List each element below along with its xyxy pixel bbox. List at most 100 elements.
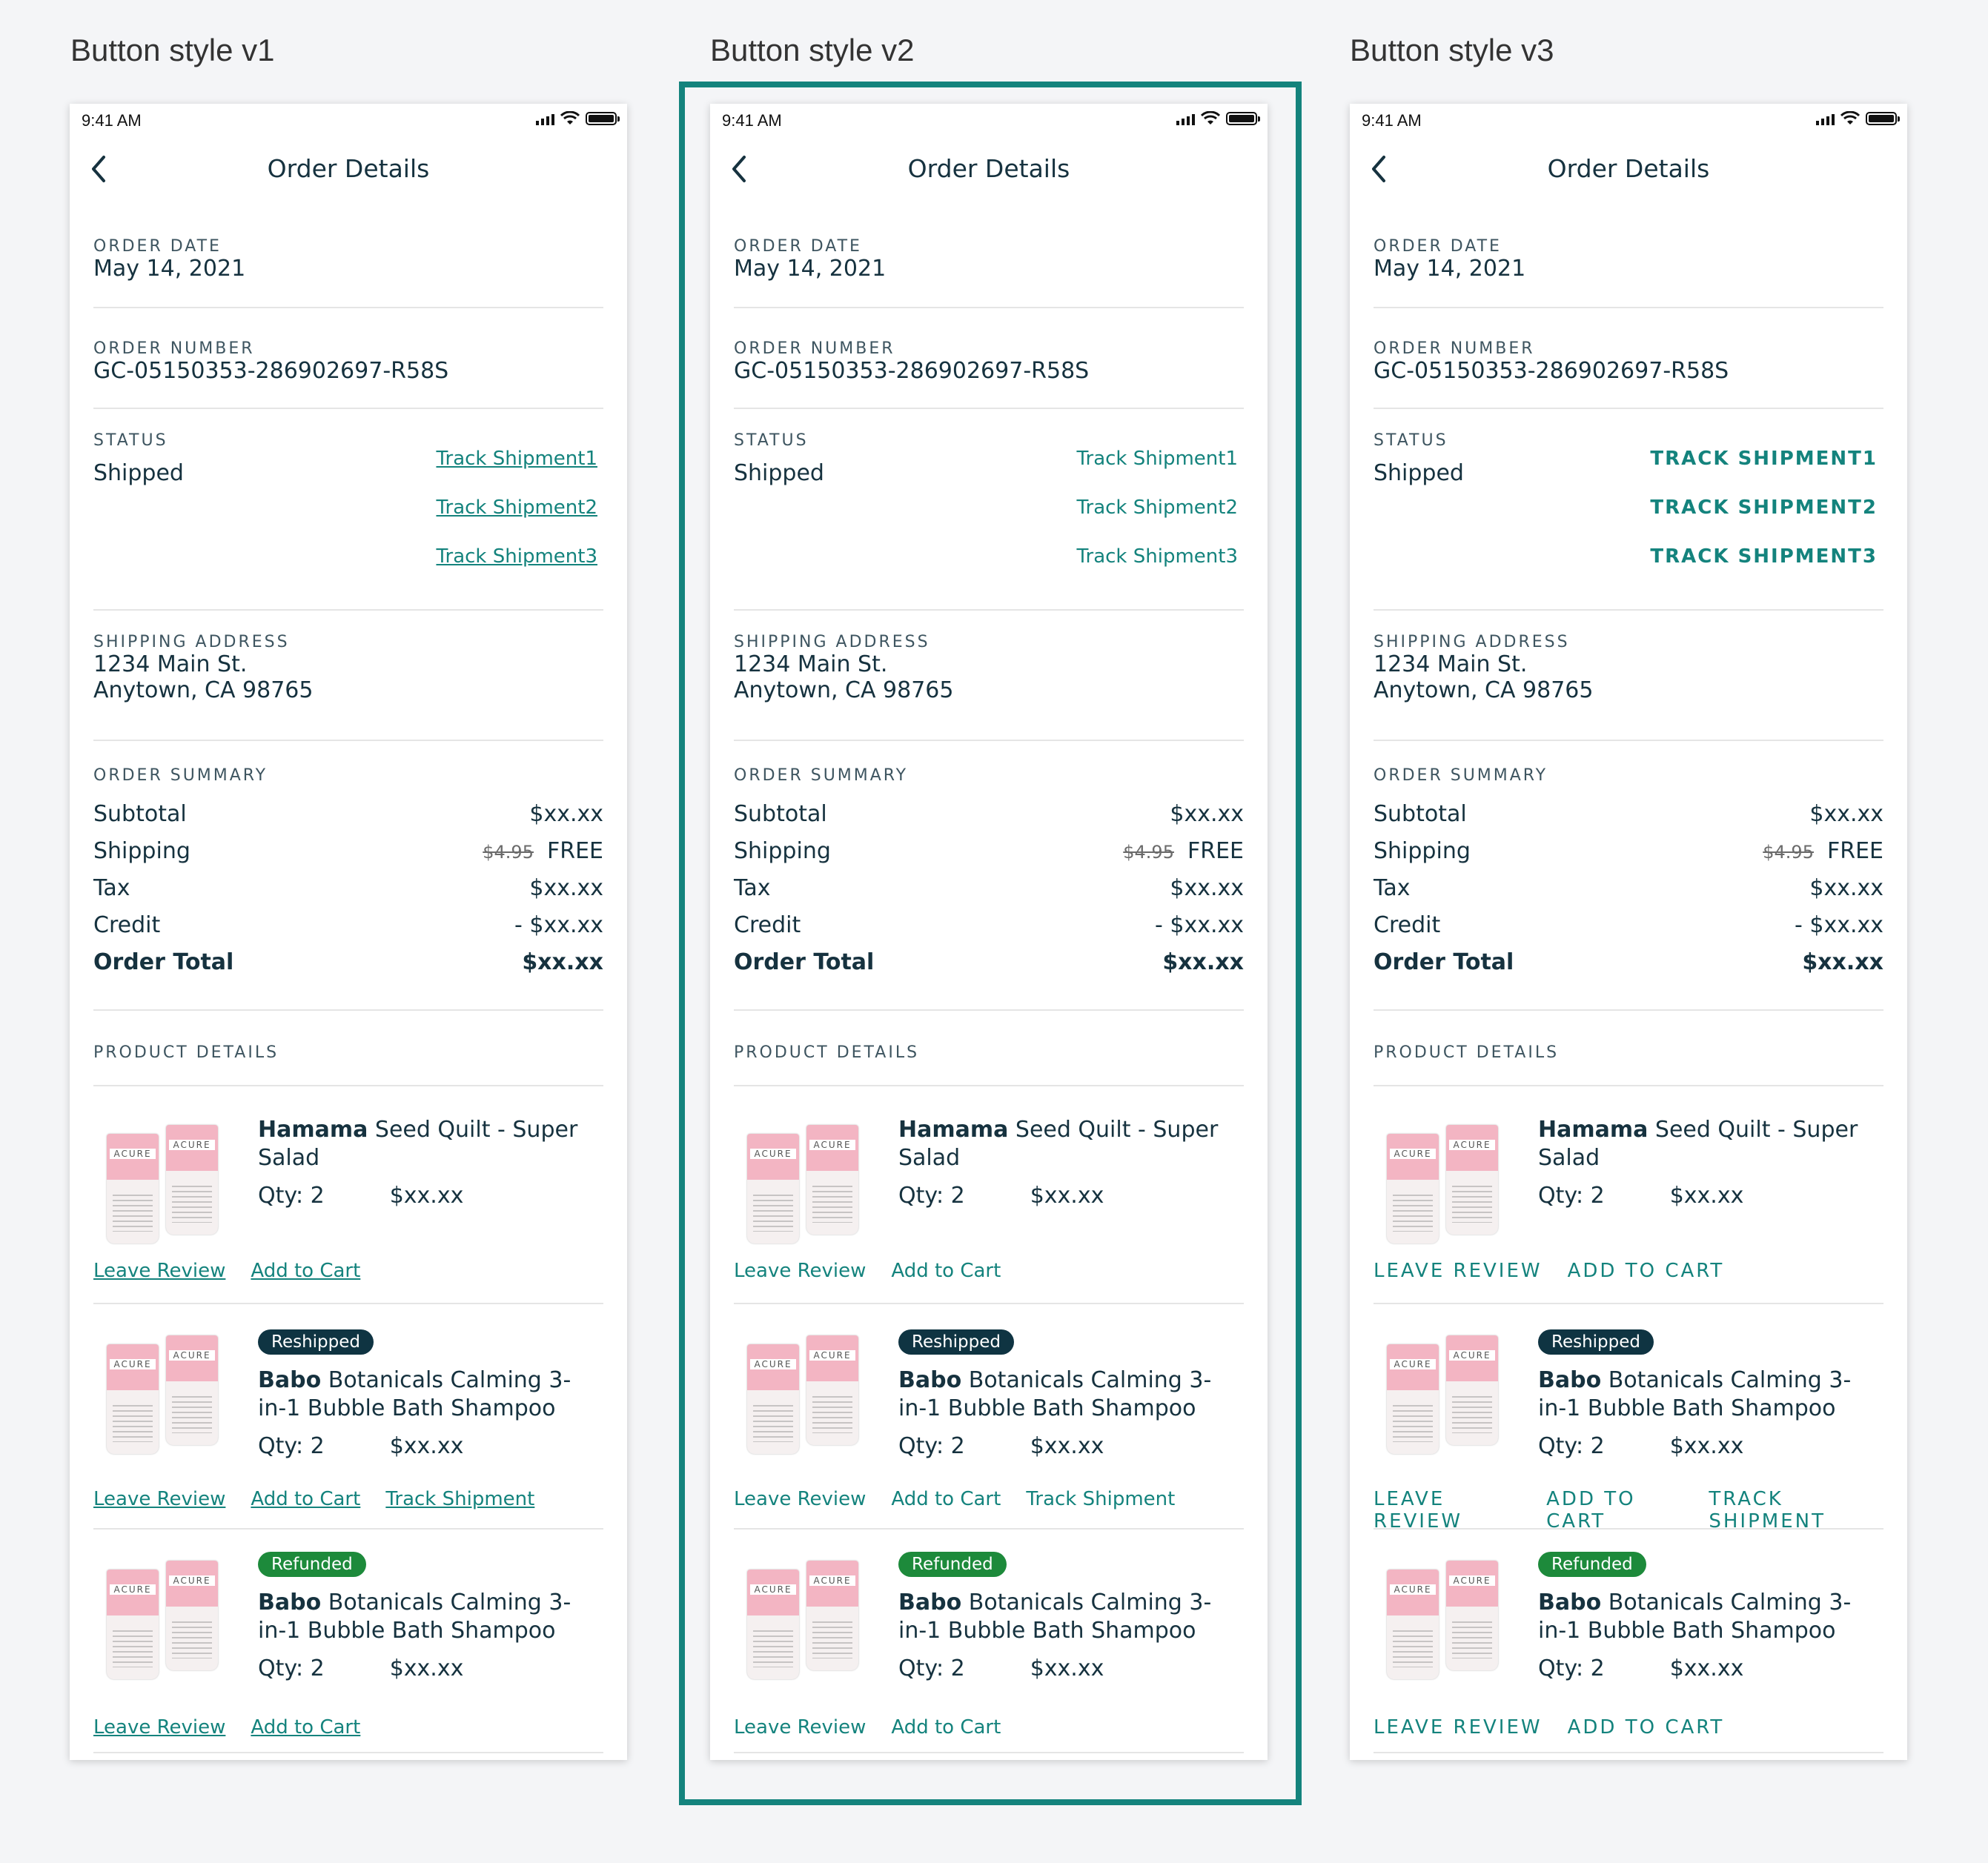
shipping-row: Shipping $4.95 FREE: [1374, 837, 1883, 864]
order-date-value: May 14, 2021: [734, 256, 887, 282]
status-badge: Refunded: [1538, 1552, 1646, 1577]
product-action-link[interactable]: Add to Cart: [891, 1488, 1001, 1510]
product-details-header: PRODUCT DETAILS: [1374, 1011, 1883, 1086]
product-info: Hamama Seed Quilt - Super Salad Qty: 2 $…: [258, 1116, 596, 1209]
product-action-link[interactable]: Leave Review: [734, 1716, 866, 1739]
address-line-2: Anytown, CA 98765: [93, 677, 314, 703]
product-item: ACURE ACURE Reshipped Babo Botanicals Ca…: [93, 1304, 603, 1530]
order-date-section: ORDER DATE May 14, 2021: [734, 199, 1244, 308]
order-date-section: ORDER DATE May 14, 2021: [1374, 199, 1883, 308]
product-image: ACURE ACURE: [1379, 1335, 1500, 1455]
product-action-link[interactable]: Add to Cart: [251, 1488, 360, 1510]
phone-mockup-v2: 9:41 AM Order Details ORDER DATE May 14,…: [710, 104, 1268, 1760]
product-image: ACURE ACURE: [1379, 1125, 1500, 1245]
order-date-label: ORDER DATE: [93, 237, 222, 256]
track-shipment-link[interactable]: Track Shipment3: [436, 545, 597, 594]
product-name: Babo Botanicals Calming 3-in-1 Bubble Ba…: [898, 1589, 1236, 1645]
address-line-2: Anytown, CA 98765: [1374, 677, 1594, 703]
product-image: ACURE ACURE: [1379, 1561, 1500, 1681]
page-title: Order Details: [1547, 154, 1710, 183]
product-details-header: PRODUCT DETAILS: [93, 1011, 603, 1086]
product-qty: Qty: 2: [258, 1183, 325, 1209]
shipping-address-section: SHIPPING ADDRESS 1234 Main St. Anytown, …: [1374, 611, 1883, 741]
product-action-link[interactable]: Leave Review: [93, 1488, 225, 1510]
variant-title-v1: Button style v1: [70, 33, 275, 67]
product-brand: Hamama: [258, 1117, 368, 1143]
product-action-link[interactable]: Add to Cart: [251, 1716, 360, 1739]
track-shipment-link[interactable]: Track Shipment2: [436, 497, 597, 545]
order-summary-label: ORDER SUMMARY: [1374, 766, 1548, 785]
product-action-link[interactable]: Leave Review: [734, 1488, 866, 1510]
address-line-2: Anytown, CA 98765: [734, 677, 954, 703]
cellular-signal-icon: [1816, 112, 1835, 125]
product-price: $xx.xx: [1669, 1433, 1744, 1459]
product-action-link[interactable]: LEAVE REVIEW: [1374, 1716, 1543, 1739]
status-bar: 9:41 AM: [70, 104, 627, 136]
product-info: Hamama Seed Quilt - Super Salad Qty: 2 $…: [898, 1116, 1236, 1209]
track-shipment-link[interactable]: TRACK SHIPMENT3: [1650, 545, 1878, 594]
product-action-link[interactable]: Add to Cart: [891, 1716, 1001, 1739]
product-actions: Leave Review Add to Cart Track Shipment: [734, 1488, 1175, 1510]
product-item: ACURE ACURE Refunded Babo Botanicals Cal…: [93, 1530, 603, 1753]
product-info: Reshipped Babo Botanicals Calming 3-in-1…: [258, 1329, 596, 1459]
product-name: Babo Botanicals Calming 3-in-1 Bubble Ba…: [898, 1366, 1236, 1423]
product-action-link[interactable]: ADD TO CART: [1568, 1260, 1725, 1282]
product-action-link[interactable]: Leave Review: [93, 1260, 225, 1282]
shipping-row: Shipping $4.95 FREE: [93, 837, 603, 864]
product-action-link[interactable]: Track Shipment: [1026, 1488, 1175, 1510]
subtotal-row: Subtotal $xx.xx: [734, 800, 1244, 827]
track-shipment-link[interactable]: TRACK SHIPMENT2: [1650, 497, 1878, 545]
status-section: STATUS Shipped TRACK SHIPMENT1 TRACK SHIP…: [1374, 409, 1883, 611]
cellular-signal-icon: [536, 112, 554, 125]
product-image: ACURE ACURE: [740, 1125, 860, 1245]
product-action-link[interactable]: Add to Cart: [251, 1260, 360, 1282]
track-shipment-link[interactable]: Track Shipment1: [436, 448, 597, 497]
track-shipment-link[interactable]: TRACK SHIPMENT1: [1650, 448, 1878, 497]
nav-bar: Order Details: [1350, 136, 1907, 199]
clock: 9:41 AM: [1362, 111, 1422, 130]
product-action-link[interactable]: LEAVE REVIEW: [1374, 1260, 1543, 1282]
track-shipment-link[interactable]: Track Shipment1: [1076, 448, 1238, 497]
product-name: Hamama Seed Quilt - Super Salad: [1538, 1116, 1876, 1172]
tax-row: Tax $xx.xx: [93, 874, 603, 901]
credit-row: Credit - $xx.xx: [734, 911, 1244, 938]
order-date-label: ORDER DATE: [1374, 237, 1502, 256]
order-number-section: ORDER NUMBER GC-05150353-286902697-R58S: [93, 308, 603, 409]
product-action-link[interactable]: Track Shipment: [385, 1488, 534, 1510]
product-brand: Hamama: [898, 1117, 1009, 1143]
product-item: ACURE ACURE Hamama Seed Quilt - Super Sa…: [1374, 1086, 1883, 1304]
product-qty: Qty: 2: [1538, 1656, 1605, 1681]
product-actions: LEAVE REVIEW ADD TO CART TRACK SHIPMENT: [1374, 1488, 1883, 1532]
product-action-link[interactable]: ADD TO CART: [1568, 1716, 1725, 1739]
phone-mockup-v3: 9:41 AM Order Details ORDER DATE May 14,…: [1350, 104, 1907, 1760]
product-qty: Qty: 2: [898, 1183, 965, 1209]
product-name: Babo Botanicals Calming 3-in-1 Bubble Ba…: [1538, 1589, 1876, 1645]
subtotal-row: Subtotal $xx.xx: [1374, 800, 1883, 827]
product-info: Refunded Babo Botanicals Calming 3-in-1 …: [898, 1552, 1236, 1681]
track-shipment-link[interactable]: Track Shipment3: [1076, 545, 1238, 594]
product-item: ACURE ACURE Reshipped Babo Botanicals Ca…: [734, 1304, 1244, 1530]
product-item: ACURE ACURE Hamama Seed Quilt - Super Sa…: [734, 1086, 1244, 1304]
product-price: $xx.xx: [1030, 1656, 1104, 1681]
product-action-link[interactable]: ADD TO CART: [1546, 1488, 1683, 1532]
product-actions: Leave Review Add to Cart: [93, 1716, 360, 1739]
product-brand: Babo: [1538, 1367, 1602, 1393]
order-summary-section: ORDER SUMMARY Subtotal $xx.xx Shipping $4.…: [1374, 741, 1883, 1011]
track-shipment-links: Track Shipment1 Track Shipment2 Track Ship…: [1076, 448, 1238, 594]
track-shipment-link[interactable]: Track Shipment2: [1076, 497, 1238, 545]
order-date-label: ORDER DATE: [734, 237, 862, 256]
product-action-link[interactable]: LEAVE REVIEW: [1374, 1488, 1521, 1532]
product-qty: Qty: 2: [258, 1433, 325, 1459]
wifi-icon: [1840, 111, 1860, 124]
product-qty: Qty: 2: [898, 1656, 965, 1681]
product-action-link[interactable]: Add to Cart: [891, 1260, 1001, 1282]
status-badge: Reshipped: [898, 1329, 1014, 1355]
product-action-link[interactable]: TRACK SHIPMENT: [1709, 1488, 1883, 1532]
product-actions: Leave Review Add to Cart: [734, 1716, 1001, 1739]
product-action-link[interactable]: Leave Review: [93, 1716, 225, 1739]
product-qty: Qty: 2: [258, 1656, 325, 1681]
status-section: STATUS Shipped Track Shipment1 Track Ship…: [734, 409, 1244, 611]
page-title: Order Details: [267, 154, 430, 183]
address-line-1: 1234 Main St.: [1374, 651, 1528, 677]
product-action-link[interactable]: Leave Review: [734, 1260, 866, 1282]
